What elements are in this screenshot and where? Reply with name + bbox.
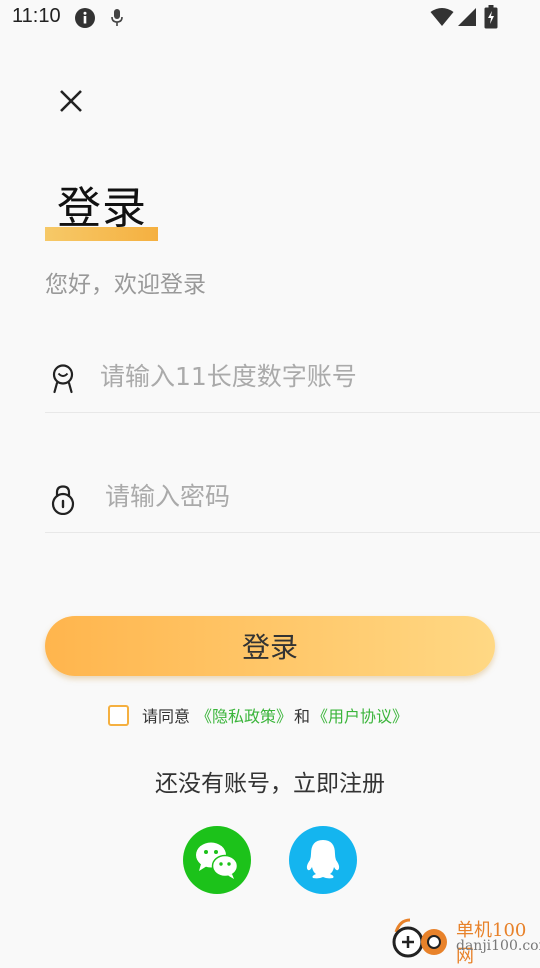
status-bar: 11:10 [0, 0, 540, 36]
wechat-login-button[interactable] [183, 826, 251, 894]
mic-icon [111, 9, 123, 26]
password-input[interactable] [105, 476, 525, 516]
watermark: 单机100网 danji100.com [390, 914, 540, 967]
register-link[interactable]: 还没有账号，立即注册 [0, 764, 540, 798]
qq-login-button[interactable] [289, 826, 357, 894]
user-icon [52, 364, 74, 394]
agreement-checkbox[interactable] [108, 704, 129, 726]
info-icon [75, 8, 95, 28]
login-button[interactable]: 登录 [45, 616, 495, 676]
privacy-policy-link[interactable]: 《隐私政策》 [196, 703, 292, 727]
watermark-url: danji100.com [456, 938, 540, 954]
page-title: 登录 [57, 183, 147, 234]
status-time: 11:10 [12, 5, 61, 27]
signal-icon [458, 8, 476, 26]
watermark-logo-icon [392, 918, 447, 958]
title-block: 登录 [45, 180, 158, 246]
qq-icon [306, 840, 340, 879]
agreement-conjunction: 和 [294, 707, 311, 726]
close-icon [60, 90, 82, 112]
account-input[interactable] [100, 356, 520, 396]
account-field [45, 342, 540, 413]
password-field [45, 462, 540, 533]
user-agreement-link[interactable]: 《用户协议》 [312, 703, 408, 727]
welcome-subtitle: 您好，欢迎登录 [45, 272, 206, 298]
lock-icon [51, 485, 75, 515]
agreement-prefix: 请同意 [142, 707, 191, 726]
wifi-icon [430, 8, 454, 26]
close-button[interactable] [52, 82, 90, 120]
battery-icon [484, 5, 498, 29]
wechat-icon [196, 842, 239, 879]
agreement-row: 请同意 《隐私政策》 和 《用户协议》 [108, 702, 408, 728]
